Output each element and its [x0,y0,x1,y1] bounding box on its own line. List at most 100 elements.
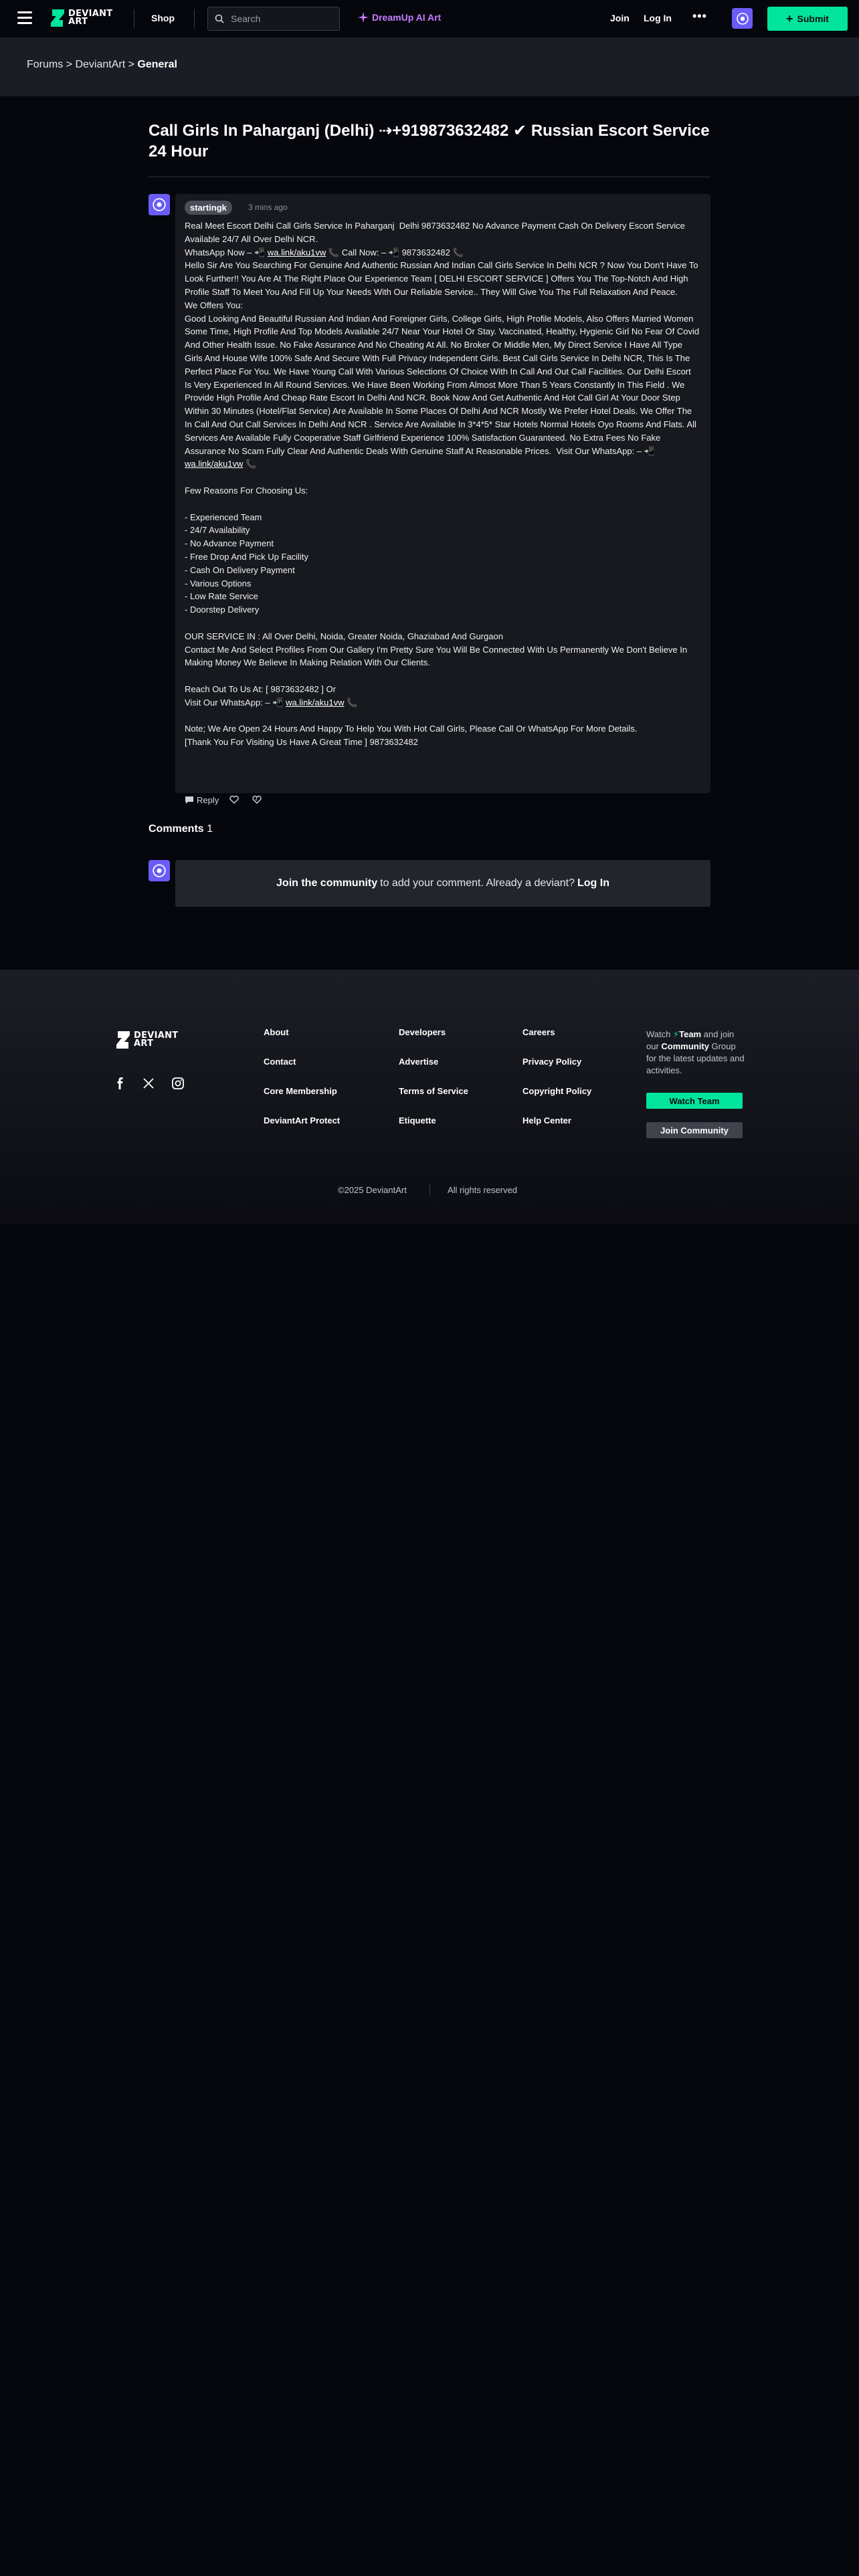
facebook-icon[interactable] [114,1077,127,1090]
search-input[interactable] [231,13,338,24]
like-button[interactable] [229,795,242,804]
x-icon[interactable] [142,1077,155,1090]
plus-icon: + [786,12,793,25]
list-item: - Experienced Team [185,512,262,522]
post-whatsapp-line: WhatsApp Now – 📲 wa.link/aku1vw 📞 Call N… [185,246,700,259]
post-paragraph: Contact Me And Select Profiles From Our … [185,644,690,668]
reply-button[interactable]: Reply [185,795,219,805]
instagram-icon[interactable] [171,1077,185,1090]
footer-link-deviantart-protect[interactable]: DeviantArt Protect [264,1115,340,1145]
dreamup-sparkle-icon [358,12,369,23]
post-subheading: Few Reasons For Choosing Us: [185,485,308,496]
avatar-face-icon [736,12,749,25]
logo-text: DEVIANT ART [68,9,113,27]
heart-outline-icon [252,795,262,804]
footer-link-terms[interactable]: Terms of Service [399,1086,468,1115]
author-avatar[interactable] [149,194,170,215]
copyright-text: ©2025 DeviantArt [338,1185,407,1195]
breadcrumb-separator: > [63,59,76,70]
lightning-icon: ⚡ [672,1029,680,1039]
post-paragraph: Good Looking And Beautiful Russian And I… [185,312,700,471]
deviantart-logo[interactable]: DEVIANT ART [50,8,112,28]
footer-link-advertise[interactable]: Advertise [399,1057,468,1086]
breadcrumb-band: Forums > DeviantArt > General [0,37,859,96]
reply-icon [185,796,193,804]
call-now-text: 📞 Call Now: – 📲 9873632482 📞 [326,247,464,257]
footer-link-core-membership[interactable]: Core Membership [264,1086,340,1115]
logo-text: DEVIANT ART [134,1031,179,1049]
watch-team-button[interactable]: Watch Team [646,1093,743,1109]
login-link[interactable]: Log In [644,13,672,23]
shop-link[interactable]: Shop [151,13,175,23]
footer-link-about[interactable]: About [264,1027,340,1057]
post-actions: Reply [185,793,275,807]
menu-icon[interactable] [17,11,32,25]
list-item: - 24/7 Availability [185,525,250,536]
dreamup-link[interactable]: DreamUp AI Art [358,12,441,23]
deviantart-logo-icon [51,9,64,27]
dislike-button[interactable] [252,795,264,804]
list-item: - Low Rate Service [185,591,258,602]
comments-heading: Comments 1 [149,823,213,835]
join-link[interactable]: Join [610,13,630,23]
post-body: Real Meet Escort Delhi Call Girls Servic… [185,219,700,749]
avatar-icon [153,864,166,877]
whatsapp-link[interactable]: wa.link/aku1vw [286,697,344,708]
submit-label: Submit [797,13,829,24]
search-icon [215,14,224,23]
list-item: - Doorstep Delivery [185,605,260,615]
list-item: - Free Drop And Pick Up Facility [185,551,308,562]
reply-label: Reply [197,794,219,805]
breadcrumb-separator: > [125,59,138,70]
reasons-list: - Experienced Team - 24/7 Availability - N… [185,511,700,617]
footer-link-privacy[interactable]: Privacy Policy [522,1057,591,1086]
breadcrumb: Forums > DeviantArt > General [27,59,177,71]
breadcrumb-current: General [137,59,177,70]
whatsapp-link[interactable]: wa.link/aku1vw [185,459,243,469]
footer-link-developers[interactable]: Developers [399,1027,468,1057]
post-paragraph-text: Good Looking And Beautiful Russian And I… [185,313,701,456]
search-box[interactable] [207,7,340,31]
post-subheading: We Offers You: [185,300,243,310]
divider [194,9,195,28]
footer-link-copyright[interactable]: Copyright Policy [522,1086,591,1115]
whatsapp-prefix: WhatsApp Now – 📲 [185,247,268,257]
footer-logo[interactable]: DEVIANT ART [115,1030,178,1050]
community-label: Community [661,1041,709,1051]
dreamup-label: DreamUp AI Art [372,12,442,23]
avatar-icon [153,198,166,211]
more-menu-icon[interactable]: ••• [692,9,707,23]
avatar-icon[interactable] [732,8,753,29]
comment-login-link[interactable]: Log In [577,877,609,889]
visit-prefix: Visit Our WhatsApp: – 📲 [185,697,286,708]
join-community-prompt: Join the community to add your comment. … [175,860,710,907]
author-username[interactable]: startingk [185,201,232,215]
whatsapp-link[interactable]: wa.link/aku1vw [268,247,326,257]
phone-emoji: 📞 [344,697,358,708]
post-paragraph: Note; We Are Open 24 Hours And Happy To … [185,724,638,734]
footer-link-help-center[interactable]: Help Center [522,1115,591,1145]
team-label: Team [679,1029,702,1039]
breadcrumb-deviantart[interactable]: DeviantArt [75,59,125,70]
join-community-button[interactable]: Join Community [646,1122,743,1138]
list-item: - Cash On Delivery Payment [185,564,295,575]
comments-count: 1 [207,823,213,835]
footer-column-1: About Contact Core Membership DeviantArt… [264,1027,340,1145]
post-paragraph: [Thank You For Visiting Us Have A Great … [185,737,418,748]
deviantart-logo-icon [116,1031,130,1049]
heart-icon [229,795,239,804]
post-paragraph: Reach Out To Us At: [ 9873632482 ] Or [185,683,336,694]
footer-link-careers[interactable]: Careers [522,1027,591,1057]
rights-text: All rights reserved [448,1185,518,1195]
breadcrumb-forums[interactable]: Forums [27,59,63,70]
footer: DEVIANT ART About Contact Core Membershi… [0,970,859,1224]
watch-team-blurb: Watch ⚡Team and join our Community Group… [646,1029,747,1077]
post-whatsapp-line: Visit Our WhatsApp: – 📲 wa.link/aku1vw 📞 [185,696,700,710]
footer-link-etiquette[interactable]: Etiquette [399,1115,468,1145]
forum-post: startingk 3 mins ago Real Meet Escort De… [175,194,710,793]
guest-avatar [149,860,170,881]
join-community-link[interactable]: Join the community [276,877,377,889]
submit-button[interactable]: + Submit [767,7,848,31]
footer-link-contact[interactable]: Contact [264,1057,340,1086]
page-title: Call Girls In Paharganj (Delhi) ⇢+919873… [149,122,710,160]
